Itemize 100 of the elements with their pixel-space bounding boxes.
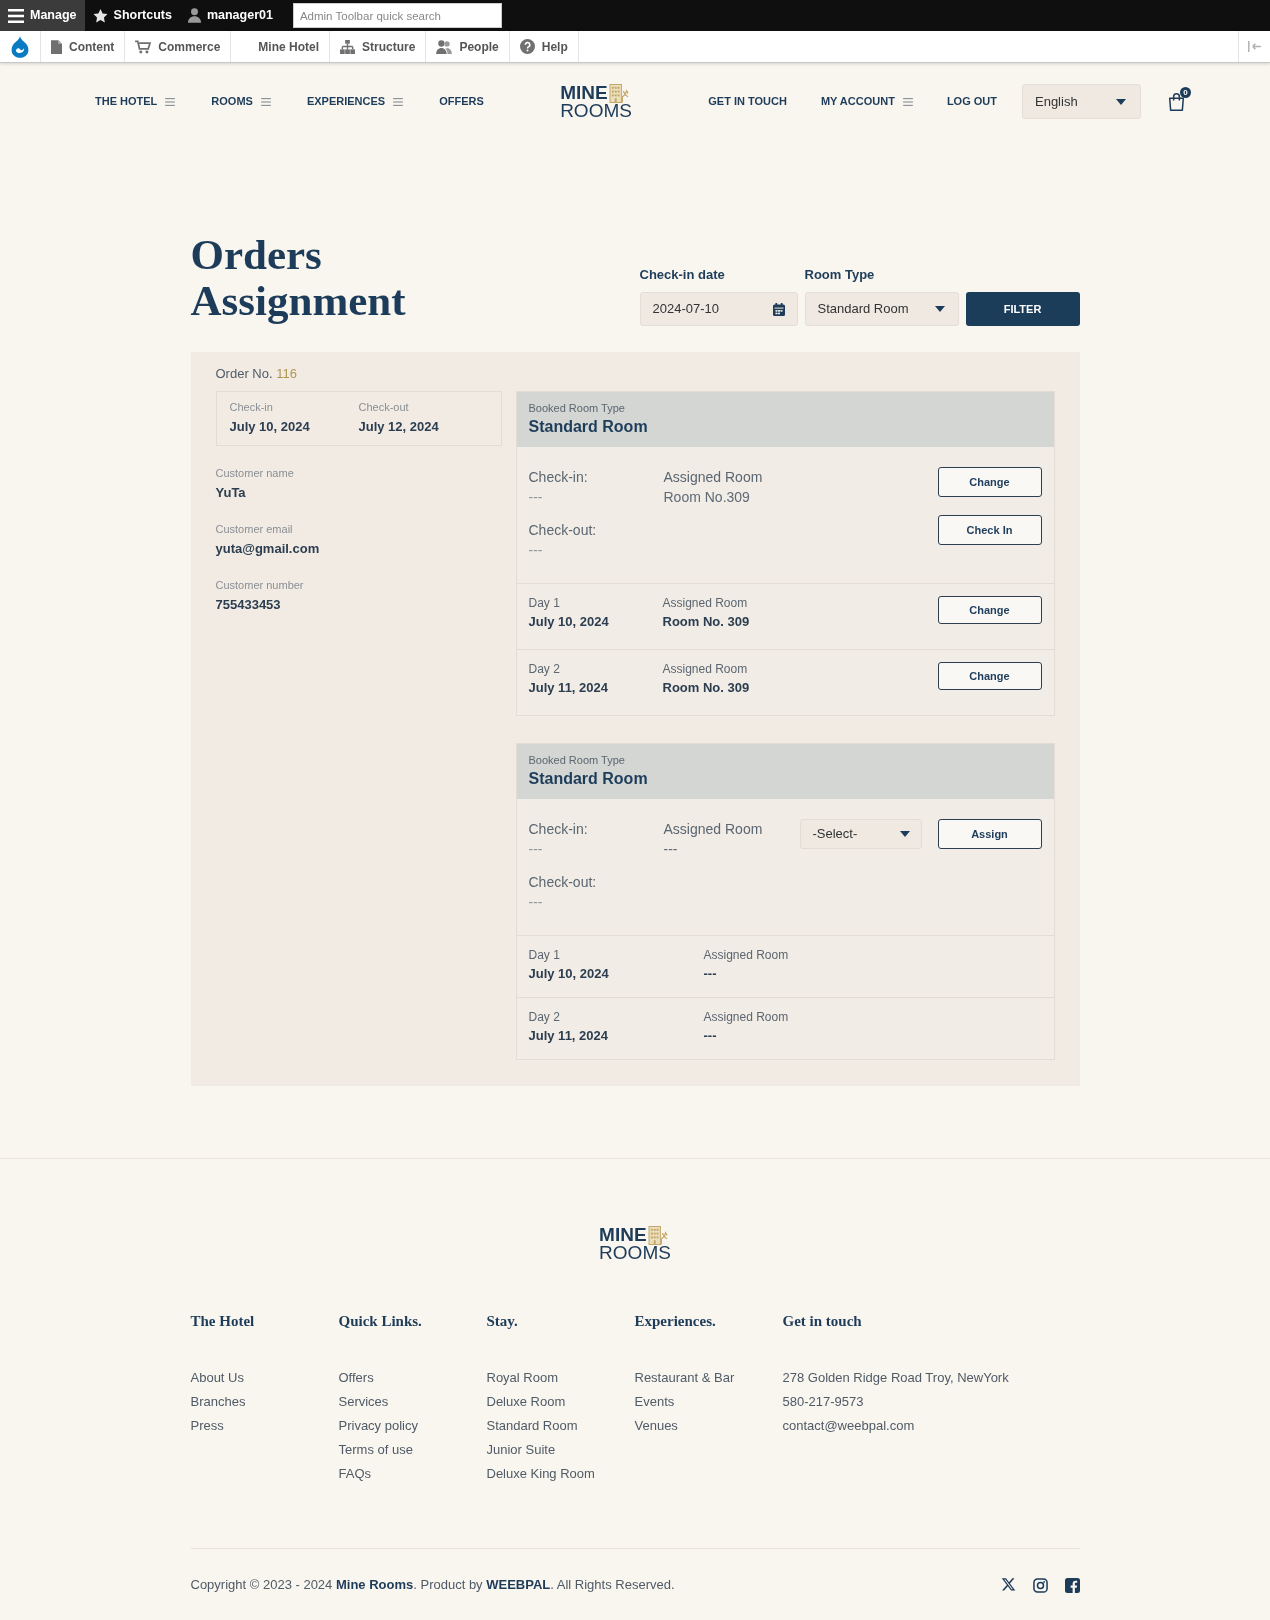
nav-link[interactable]: MY ACCOUNT [820, 93, 913, 110]
toolbar-tab[interactable]: manager01 [179, 0, 281, 31]
room-select[interactable]: -Select- [799, 819, 922, 849]
help-icon [519, 39, 535, 54]
footer-link[interactable]: Deluxe Room [486, 1390, 566, 1414]
language-select[interactable]: English [1022, 84, 1141, 119]
toolbar-tab[interactable]: Manage [0, 0, 85, 31]
nav-link[interactable]: LOG OUT [946, 93, 997, 110]
nav-link[interactable]: THE HOTEL [95, 93, 176, 110]
footer-link[interactable]: Privacy policy [338, 1414, 418, 1438]
footer-link[interactable]: Venues [634, 1414, 678, 1438]
footer-link[interactable]: Deluxe King Room [486, 1462, 595, 1486]
date-label: Check-out [358, 400, 410, 415]
field-label: Check-in: [528, 468, 589, 487]
field-label: Customer email [215, 522, 294, 537]
drop-icon[interactable] [11, 35, 29, 58]
footer-link[interactable]: Standard Room [486, 1414, 578, 1438]
footer-link[interactable]: Terms of use [338, 1438, 413, 1462]
building-icon [647, 1226, 669, 1245]
card-header-label: Booked Room Type [528, 401, 626, 416]
field-value: Room No.309 [663, 488, 751, 507]
field-label: Check-out: [528, 873, 598, 892]
filter-button[interactable]: FILTER [965, 292, 1080, 326]
room-type-name: Standard Room [528, 417, 649, 437]
admin-menu-link[interactable]: Structure [330, 31, 427, 62]
room-type-select[interactable]: Standard Room [804, 292, 959, 326]
caret-icon [1116, 98, 1126, 105]
caret-icon [934, 306, 945, 312]
nav-link[interactable]: OFFERS [439, 93, 484, 110]
filter-label: Check-in date [639, 266, 726, 284]
field-value: --- [528, 840, 544, 859]
footer-link[interactable]: Junior Suite [486, 1438, 556, 1462]
field-label: Assigned Room [663, 468, 764, 487]
admin-menu-link[interactable]: Help [509, 31, 579, 62]
action-button[interactable]: Assign [937, 819, 1042, 849]
x-icon[interactable] [1000, 1578, 1016, 1592]
admin-menu-link[interactable]: Content [41, 31, 126, 62]
copyright-text: Copyright © 2023 - 2024 Mine Rooms. Product by WEEBPAL. All Rights Reserved. [190, 1576, 675, 1594]
contact-info: 580-217-9573 [782, 1393, 864, 1411]
filter-label: Room Type [804, 266, 876, 284]
user-icon [187, 8, 201, 23]
order-number: Order No. 116 [215, 365, 298, 383]
footer-link[interactable]: About Us [190, 1366, 244, 1390]
sitemap-icon [340, 39, 356, 54]
footer-link[interactable]: Branches [190, 1390, 246, 1414]
footer-link[interactable]: Events [634, 1390, 675, 1414]
people-icon [436, 39, 453, 54]
footer-link[interactable]: Offers [338, 1366, 374, 1390]
footer-heading: Experiences. [634, 1312, 717, 1331]
field-value: YuTa [215, 484, 247, 502]
field-value: --- [528, 893, 544, 912]
day-label: Day 2 [528, 1009, 561, 1025]
field-label: Customer number [215, 578, 305, 593]
nav-link[interactable]: ROOMS [211, 93, 271, 110]
date-value: July 12, 2024 [358, 418, 440, 436]
day-date: July 10, 2024 [528, 613, 610, 631]
footer-link[interactable]: FAQs [338, 1462, 371, 1486]
action-button[interactable]: Change [937, 662, 1042, 690]
search-field[interactable]: Admin Toolbar quick search [292, 3, 502, 28]
admin-menu-link[interactable]: Commerce [125, 31, 232, 62]
bag-icon[interactable] [1168, 92, 1185, 111]
day-date: July 11, 2024 [528, 1027, 609, 1045]
card-header-label: Booked Room Type [528, 753, 626, 768]
camera-icon[interactable] [1032, 1577, 1048, 1593]
footer-link[interactable]: Press [190, 1414, 224, 1438]
contact-info: contact@weebpal.com [782, 1417, 915, 1435]
nav-link[interactable]: EXPERIENCES [306, 93, 404, 110]
footer-link[interactable]: Services [338, 1390, 389, 1414]
footer-heading: Get in touch [782, 1312, 863, 1331]
day-label: Day 1 [528, 595, 561, 611]
field-value: 755433453 [215, 596, 282, 614]
action-button[interactable]: Change [937, 467, 1042, 497]
logo-link[interactable]: MINE ROOMS [560, 83, 632, 120]
building-icon [608, 83, 630, 103]
footer-link[interactable]: Restaurant & Bar [634, 1366, 735, 1390]
date-label: Check-in [229, 400, 274, 415]
admin-menu-link[interactable]: People [426, 31, 510, 62]
footer-link[interactable]: Royal Room [486, 1366, 559, 1390]
field-value: --- [528, 541, 544, 560]
admin-menu-link[interactable]: Mine Hotel [231, 31, 331, 62]
footer-heading: The Hotel [190, 1312, 256, 1331]
field-value: Room No. 309 [662, 613, 751, 631]
field-value: Room No. 309 [662, 679, 751, 697]
day-label: Day 1 [528, 947, 561, 963]
facebook-icon[interactable] [1064, 1577, 1080, 1593]
date-value: July 10, 2024 [229, 418, 311, 436]
action-button[interactable]: Change [937, 596, 1042, 624]
day-date: July 11, 2024 [528, 679, 609, 697]
field-label: Assigned Room [662, 661, 749, 677]
action-button[interactable]: Check In [937, 515, 1042, 545]
document-icon [51, 39, 62, 54]
field-label: Assigned Room [703, 1009, 790, 1025]
field-label: Assigned Room [663, 820, 764, 839]
date-field[interactable]: 2024-07-10 [639, 292, 798, 326]
logo-link[interactable]: MINE ROOMS [599, 1226, 671, 1262]
field-label: Assigned Room [703, 947, 790, 963]
nav-link[interactable]: GET IN TOUCH [708, 93, 787, 110]
toolbar-tab[interactable]: Shortcuts [84, 0, 180, 31]
field-label: Assigned Room [662, 595, 749, 611]
contact-info: 278 Golden Ridge Road Troy, NewYork [782, 1369, 1009, 1387]
